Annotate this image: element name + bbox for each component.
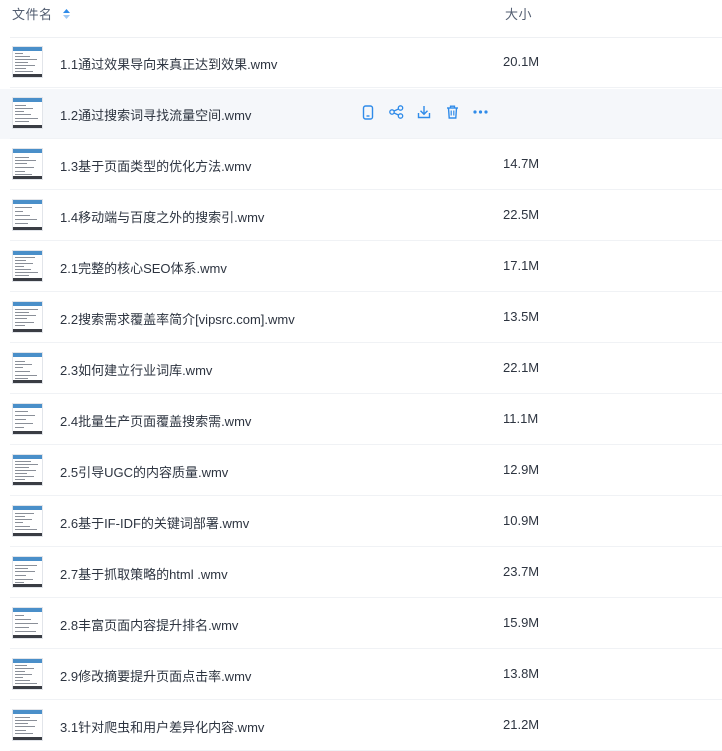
row-divider: [10, 597, 722, 598]
file-name[interactable]: 2.1完整的核心SEO体系.wmv: [60, 258, 227, 277]
video-thumbnail: [12, 658, 43, 690]
row-divider: [10, 444, 722, 445]
row-divider: [10, 240, 722, 241]
file-row[interactable]: 2.4批量生产页面覆盖搜索需.wmv 11.1M: [0, 395, 722, 445]
file-row[interactable]: 2.3如何建立行业词库.wmv 22.1M: [0, 344, 722, 394]
trash-icon[interactable]: [444, 104, 460, 120]
file-size: 15.9M: [503, 615, 540, 630]
row-divider: [10, 648, 722, 649]
row-divider: [10, 495, 722, 496]
file-row[interactable]: 1.3基于页面类型的优化方法.wmv 14.7M: [0, 140, 722, 190]
row-divider: [10, 87, 722, 88]
share-icon[interactable]: [388, 104, 404, 120]
video-thumbnail: [12, 199, 43, 231]
phone-icon[interactable]: [360, 104, 376, 120]
video-thumbnail: [12, 250, 43, 282]
file-name[interactable]: 2.9修改摘要提升页面点击率.wmv: [60, 666, 251, 685]
file-size: 23.7M: [503, 564, 540, 579]
download-icon[interactable]: [416, 104, 432, 120]
sort-icon[interactable]: [62, 8, 71, 20]
file-row[interactable]: 3.1针对爬虫和用户差异化内容.wmv 21.2M: [0, 701, 722, 751]
file-size: 13.5M: [503, 309, 540, 324]
video-thumbnail: [12, 607, 43, 639]
file-row[interactable]: 2.8丰富页面内容提升排名.wmv 15.9M: [0, 599, 722, 649]
size-column-header[interactable]: 大小: [505, 4, 532, 23]
file-name[interactable]: 2.6基于IF-IDF的关键词部署.wmv: [60, 513, 249, 532]
file-list-header: 文件名 大小: [0, 0, 722, 26]
file-size: 13.8M: [503, 666, 540, 681]
name-column-header[interactable]: 文件名: [12, 4, 71, 23]
file-row[interactable]: 2.5引导UGC的内容质量.wmv 12.9M: [0, 446, 722, 496]
row-divider: [10, 291, 722, 292]
file-size: 14.7M: [503, 156, 540, 171]
row-divider: [10, 546, 722, 547]
video-thumbnail: [12, 301, 43, 333]
video-thumbnail: [12, 97, 43, 129]
video-thumbnail: [12, 505, 43, 537]
file-name[interactable]: 1.2通过搜索词寻找流量空间.wmv: [60, 105, 251, 124]
row-divider: [10, 138, 722, 139]
file-row[interactable]: 2.6基于IF-IDF的关键词部署.wmv 10.9M: [0, 497, 722, 547]
video-thumbnail: [12, 454, 43, 486]
file-size: 22.1M: [503, 360, 540, 375]
row-divider: [10, 699, 722, 700]
file-size: 20.1M: [503, 54, 540, 69]
video-thumbnail: [12, 46, 43, 78]
video-thumbnail: [12, 352, 43, 384]
video-thumbnail: [12, 403, 43, 435]
file-row[interactable]: 2.9修改摘要提升页面点击率.wmv 13.8M: [0, 650, 722, 700]
file-size: 11.1M: [503, 411, 539, 426]
file-name[interactable]: 1.4移动端与百度之外的搜索引.wmv: [60, 207, 264, 226]
file-name[interactable]: 3.1针对爬虫和用户差异化内容.wmv: [60, 717, 264, 736]
file-size: 22.5M: [503, 207, 540, 222]
file-name[interactable]: 2.7基于抓取策略的html .wmv: [60, 564, 228, 583]
file-row[interactable]: 1.2通过搜索词寻找流量空间.wmv: [0, 89, 722, 139]
row-divider: [10, 393, 722, 394]
file-row[interactable]: 2.7基于抓取策略的html .wmv 23.7M: [0, 548, 722, 598]
file-row[interactable]: 2.1完整的核心SEO体系.wmv 17.1M: [0, 242, 722, 292]
file-name[interactable]: 2.5引导UGC的内容质量.wmv: [60, 462, 228, 481]
file-name[interactable]: 2.8丰富页面内容提升排名.wmv: [60, 615, 238, 634]
row-actions: [360, 104, 500, 120]
file-size: 12.9M: [503, 462, 540, 477]
name-column-label: 文件名: [12, 7, 53, 22]
video-thumbnail: [12, 709, 43, 741]
file-name[interactable]: 1.1通过效果导向来真正达到效果.wmv: [60, 54, 277, 73]
file-name[interactable]: 2.4批量生产页面覆盖搜索需.wmv: [60, 411, 251, 430]
video-thumbnail: [12, 148, 43, 180]
video-thumbnail: [12, 556, 43, 588]
row-divider: [10, 342, 722, 343]
file-size: 21.2M: [503, 717, 540, 732]
row-divider: [10, 189, 722, 190]
file-size: 17.1M: [503, 258, 540, 273]
file-row[interactable]: 1.1通过效果导向来真正达到效果.wmv 20.1M: [0, 38, 722, 88]
file-row[interactable]: 2.2搜索需求覆盖率简介[vipsrc.com].wmv 13.5M: [0, 293, 722, 343]
file-size: 10.9M: [503, 513, 540, 528]
file-name[interactable]: 1.3基于页面类型的优化方法.wmv: [60, 156, 251, 175]
more-icon[interactable]: [472, 104, 488, 120]
file-name[interactable]: 2.2搜索需求覆盖率简介[vipsrc.com].wmv: [60, 309, 295, 328]
file-name[interactable]: 2.3如何建立行业词库.wmv: [60, 360, 212, 379]
file-row[interactable]: 1.4移动端与百度之外的搜索引.wmv 22.5M: [0, 191, 722, 241]
